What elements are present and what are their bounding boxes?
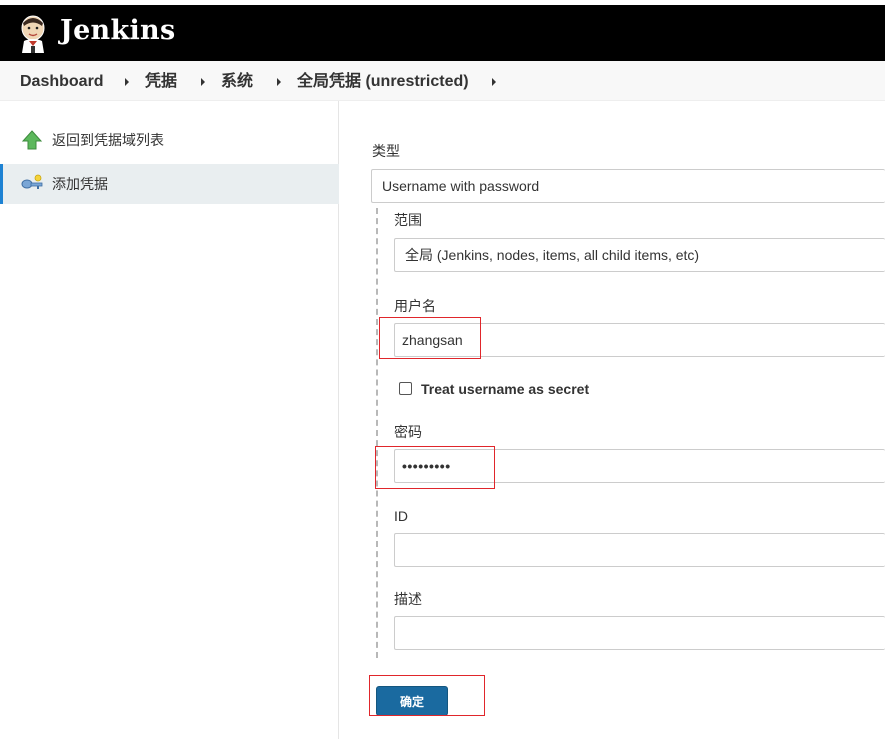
scope-select[interactable]: 全局 (Jenkins, nodes, items, all child ite… (394, 238, 885, 272)
jenkins-butler-icon[interactable] (18, 13, 48, 53)
id-label: ID (394, 508, 408, 524)
sidebar-item-back-to-domains[interactable]: 返回到凭据域列表 (0, 120, 339, 160)
sidebar-item-add-credentials[interactable]: 添加凭据 (0, 164, 339, 204)
sidebar: 返回到凭据域列表 添加凭据 (0, 101, 339, 739)
id-input[interactable] (394, 533, 885, 567)
breadcrumb-chevron-icon[interactable] (492, 78, 496, 86)
username-secret-checkbox[interactable] (399, 382, 412, 395)
breadcrumb-chevron-icon[interactable] (125, 78, 129, 86)
kind-select[interactable]: Username with password (371, 169, 885, 203)
username-input[interactable]: zhangsan (394, 323, 885, 357)
breadcrumb-chevron-icon[interactable] (201, 78, 205, 86)
nested-fields-divider (376, 208, 378, 658)
description-label: 描述 (394, 591, 422, 607)
username-label: 用户名 (394, 298, 436, 314)
kind-label: 类型 (372, 143, 400, 159)
breadcrumb-dashboard[interactable]: Dashboard (20, 72, 104, 92)
password-input[interactable]: ••••••••• (394, 449, 885, 483)
breadcrumb-global-credentials[interactable]: 全局凭据 (unrestricted) (297, 72, 469, 92)
scope-label: 范围 (394, 212, 422, 228)
page-header: Jenkins (0, 5, 885, 61)
description-input[interactable] (394, 616, 885, 650)
password-label: 密码 (394, 424, 422, 440)
breadcrumb-credentials[interactable]: 凭据 (145, 72, 177, 92)
scope-select-value: 全局 (Jenkins, nodes, items, all child ite… (405, 247, 700, 263)
jenkins-brand[interactable]: Jenkins (60, 15, 175, 47)
breadcrumb: Dashboard 凭据 系统 全局凭据 (unrestricted) (0, 61, 885, 101)
username-input-value: zhangsan (402, 332, 463, 348)
key-icon (21, 174, 43, 189)
green-up-arrow-icon (21, 130, 43, 150)
password-input-value: ••••••••• (402, 458, 451, 474)
breadcrumb-chevron-icon[interactable] (277, 78, 281, 86)
kind-select-value: Username with password (382, 178, 540, 194)
username-secret-label[interactable]: Treat username as secret (421, 380, 589, 398)
ok-button[interactable]: 确定 (376, 686, 448, 716)
sidebar-item-label: 返回到凭据域列表 (52, 132, 164, 148)
breadcrumb-system[interactable]: 系统 (221, 72, 253, 92)
sidebar-item-label: 添加凭据 (52, 176, 108, 192)
